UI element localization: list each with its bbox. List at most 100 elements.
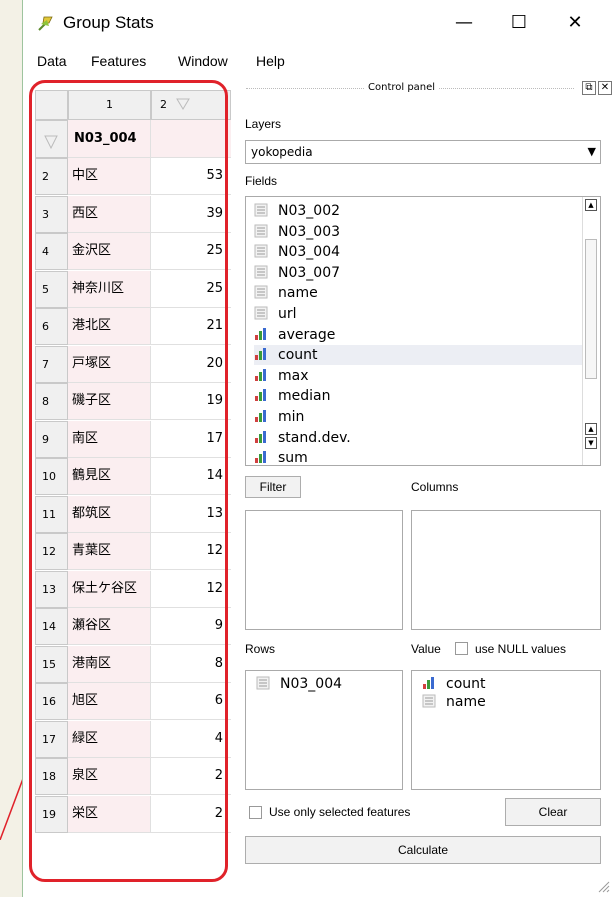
count-cell[interactable]: 25 bbox=[151, 233, 231, 270]
columns-dropzone[interactable] bbox=[411, 510, 601, 630]
scroll-up-icon[interactable]: ▲ bbox=[585, 423, 597, 435]
filter-dropzone[interactable] bbox=[245, 510, 403, 630]
header-value-cell[interactable] bbox=[151, 120, 231, 158]
scroll-up-icon[interactable]: ▲ bbox=[585, 199, 597, 211]
district-cell[interactable]: 保土ケ谷区 bbox=[68, 570, 151, 608]
resize-grip-icon[interactable] bbox=[596, 879, 610, 893]
row-number[interactable]: 4 bbox=[35, 233, 68, 270]
value-dropzone[interactable]: count name bbox=[411, 670, 601, 790]
table-corner[interactable] bbox=[35, 90, 68, 120]
row-number[interactable]: 12 bbox=[35, 533, 68, 570]
count-cell[interactable]: 17 bbox=[151, 420, 231, 458]
district-cell[interactable]: 南区 bbox=[68, 420, 151, 458]
field-item[interactable]: N03_002 bbox=[254, 201, 584, 221]
count-cell[interactable]: 39 bbox=[151, 195, 231, 233]
row-header[interactable] bbox=[35, 120, 68, 158]
count-cell[interactable]: 14 bbox=[151, 458, 231, 495]
row-number[interactable]: 17 bbox=[35, 720, 68, 758]
row-number[interactable]: 3 bbox=[35, 195, 68, 233]
district-cell[interactable]: 栄区 bbox=[68, 795, 151, 833]
row-number[interactable]: 2 bbox=[35, 158, 68, 195]
filter-button[interactable]: Filter bbox=[245, 476, 301, 498]
fields-list[interactable]: N03_002 N03_003 N03_004 N03_007 name url avera… bbox=[245, 196, 601, 466]
district-cell[interactable]: 鶴見区 bbox=[68, 458, 151, 495]
menu-data[interactable]: Data bbox=[37, 53, 67, 69]
count-cell[interactable]: 2 bbox=[151, 758, 231, 795]
row-number[interactable]: 5 bbox=[35, 270, 68, 308]
field-item[interactable]: url bbox=[254, 304, 584, 324]
menu-features[interactable]: Features bbox=[91, 53, 146, 69]
rows-item[interactable]: N03_004 bbox=[256, 675, 342, 693]
district-cell[interactable]: 磯子区 bbox=[68, 383, 151, 420]
field-item[interactable]: average bbox=[254, 325, 584, 345]
column-header-2[interactable]: 2 bbox=[151, 90, 231, 120]
count-cell[interactable]: 9 bbox=[151, 608, 231, 645]
scrollbar-thumb[interactable] bbox=[585, 239, 597, 379]
row-number[interactable]: 9 bbox=[35, 420, 68, 458]
district-cell[interactable]: 泉区 bbox=[68, 758, 151, 795]
field-item[interactable]: count bbox=[254, 345, 584, 366]
use-null-checkbox[interactable] bbox=[455, 642, 468, 655]
close-panel-icon[interactable]: ✕ bbox=[598, 81, 612, 95]
count-cell[interactable]: 12 bbox=[151, 570, 231, 608]
count-cell[interactable]: 21 bbox=[151, 308, 231, 345]
count-cell[interactable]: 13 bbox=[151, 495, 231, 533]
layer-select[interactable]: yokopedia ▼ bbox=[245, 140, 601, 164]
maximize-button[interactable]: ☐ bbox=[504, 10, 534, 36]
row-number[interactable]: 16 bbox=[35, 683, 68, 720]
group-field-label[interactable]: N03_004 bbox=[68, 120, 151, 158]
fields-scrollbar[interactable]: ▲ ▲ ▼ bbox=[582, 197, 600, 465]
field-item[interactable]: min bbox=[254, 407, 584, 427]
count-cell[interactable]: 8 bbox=[151, 645, 231, 683]
rows-dropzone[interactable]: N03_004 bbox=[245, 670, 403, 790]
count-cell[interactable]: 20 bbox=[151, 345, 231, 383]
count-cell[interactable]: 53 bbox=[151, 158, 231, 195]
menu-window[interactable]: Window bbox=[178, 53, 228, 69]
count-cell[interactable]: 25 bbox=[151, 270, 231, 308]
district-cell[interactable]: 瀬谷区 bbox=[68, 608, 151, 645]
district-cell[interactable]: 港北区 bbox=[68, 308, 151, 345]
row-number[interactable]: 19 bbox=[35, 795, 68, 833]
count-cell[interactable]: 12 bbox=[151, 533, 231, 570]
row-number[interactable]: 6 bbox=[35, 308, 68, 345]
calculate-button[interactable]: Calculate bbox=[245, 836, 601, 864]
minimize-button[interactable]: — bbox=[449, 10, 479, 36]
count-cell[interactable]: 2 bbox=[151, 795, 231, 833]
row-number[interactable]: 15 bbox=[35, 645, 68, 683]
field-item[interactable]: N03_004 bbox=[254, 242, 584, 262]
row-number[interactable]: 18 bbox=[35, 758, 68, 795]
row-number[interactable]: 14 bbox=[35, 608, 68, 645]
field-item[interactable]: max bbox=[254, 366, 584, 386]
district-cell[interactable]: 都筑区 bbox=[68, 495, 151, 533]
district-cell[interactable]: 神奈川区 bbox=[68, 270, 151, 308]
field-item[interactable]: stand.dev. bbox=[254, 428, 584, 448]
clear-button[interactable]: Clear bbox=[505, 798, 601, 826]
use-selected-checkbox[interactable] bbox=[249, 806, 262, 819]
field-item[interactable]: N03_003 bbox=[254, 222, 584, 242]
field-item[interactable]: name bbox=[254, 283, 584, 303]
count-cell[interactable]: 19 bbox=[151, 383, 231, 420]
column-header-1[interactable]: 1 bbox=[68, 90, 151, 120]
district-cell[interactable]: 青葉区 bbox=[68, 533, 151, 570]
row-number[interactable]: 13 bbox=[35, 570, 68, 608]
district-cell[interactable]: 西区 bbox=[68, 195, 151, 233]
row-number[interactable]: 11 bbox=[35, 495, 68, 533]
field-item[interactable]: N03_007 bbox=[254, 263, 584, 283]
value-item[interactable]: name bbox=[422, 693, 486, 711]
float-panel-icon[interactable]: ⧉ bbox=[582, 81, 596, 95]
district-cell[interactable]: 戸塚区 bbox=[68, 345, 151, 383]
district-cell[interactable]: 中区 bbox=[68, 158, 151, 195]
row-number[interactable]: 7 bbox=[35, 345, 68, 383]
district-cell[interactable]: 緑区 bbox=[68, 720, 151, 758]
value-item[interactable]: count bbox=[422, 675, 486, 693]
field-item[interactable]: sum bbox=[254, 448, 584, 465]
scroll-down-icon[interactable]: ▼ bbox=[585, 437, 597, 449]
field-item[interactable]: median bbox=[254, 386, 584, 406]
count-cell[interactable]: 6 bbox=[151, 683, 231, 720]
row-number[interactable]: 8 bbox=[35, 383, 68, 420]
district-cell[interactable]: 金沢区 bbox=[68, 233, 151, 270]
district-cell[interactable]: 旭区 bbox=[68, 683, 151, 720]
menu-help[interactable]: Help bbox=[256, 53, 285, 69]
count-cell[interactable]: 4 bbox=[151, 720, 231, 758]
close-button[interactable]: ✕ bbox=[560, 10, 590, 36]
